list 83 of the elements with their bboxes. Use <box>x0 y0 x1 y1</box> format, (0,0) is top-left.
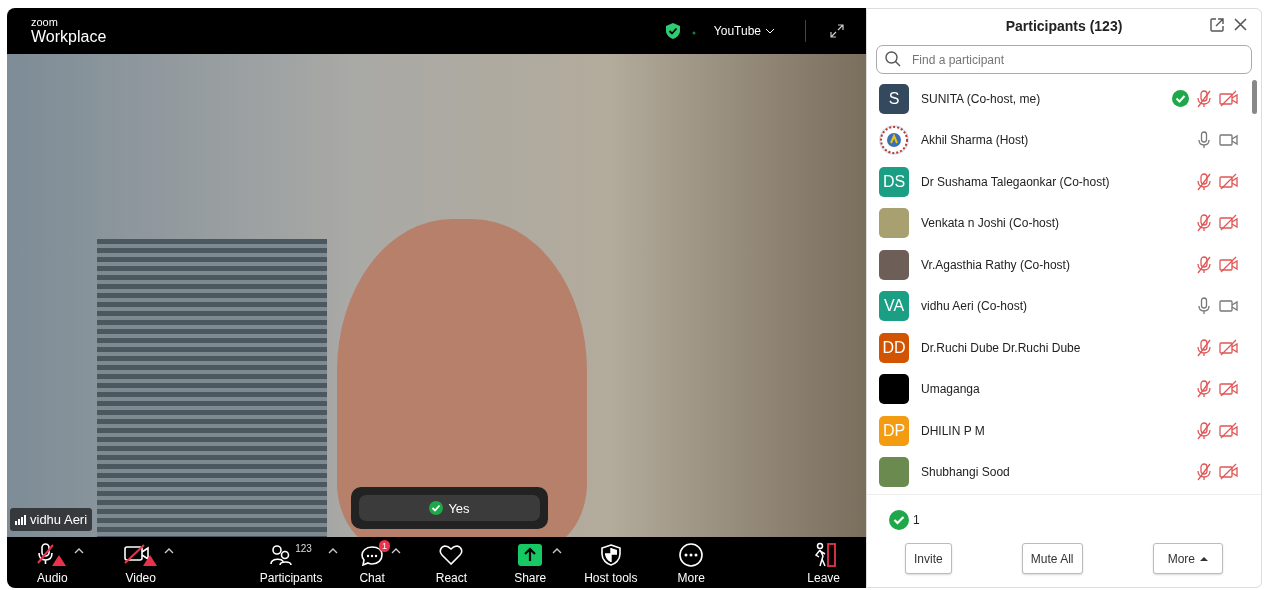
chevron-down-icon <box>765 27 775 35</box>
signal-bars-icon <box>15 514 27 525</box>
react-button[interactable]: React <box>431 540 472 585</box>
participant-row[interactable]: Vr.Agasthia Rathy (Co-host) <box>867 244 1261 286</box>
chat-bubble-icon <box>360 543 385 566</box>
mic-muted-icon[interactable] <box>1195 255 1213 274</box>
participant-name: Shubhangi Sood <box>921 465 1011 480</box>
heart-icon <box>439 543 464 566</box>
mic-muted-icon[interactable] <box>1195 463 1213 482</box>
participant-row[interactable]: Shubhangi Sood <box>867 451 1261 493</box>
participant-row[interactable]: VA vidhu Aeri (Co-host) <box>867 285 1261 327</box>
participant-row[interactable]: S SUNITA (Co-host, me) <box>867 78 1261 120</box>
share-button[interactable]: Share <box>510 540 551 585</box>
check-icon <box>429 501 444 515</box>
caret-icon[interactable] <box>73 546 84 554</box>
yes-count: 1 <box>913 513 920 527</box>
leave-button[interactable]: Leave <box>803 540 844 585</box>
chat-badge: 1 <box>379 539 391 552</box>
avatar-initials: DD <box>879 332 909 363</box>
search-field[interactable]: Find a participant <box>876 45 1252 74</box>
mic-muted-icon[interactable] <box>1195 338 1213 357</box>
caret-icon[interactable] <box>328 546 339 554</box>
close-icon[interactable] <box>1234 18 1247 31</box>
avatar-initials: VA <box>879 291 909 322</box>
participant-name: SUNITA (Co-host, me) <box>921 91 1042 106</box>
stream-dropdown[interactable]: YouTube <box>707 24 781 38</box>
microphone-icon[interactable] <box>1195 297 1213 316</box>
participants-button[interactable]: 123 Participants <box>255 540 327 585</box>
participant-name: Vr.Agasthia Rathy (Co-host) <box>921 257 1071 272</box>
participant-name: Akhil Sharma (Host) <box>921 133 1030 148</box>
participant-row[interactable]: DS Dr Sushama Talegaonkar (Co-host) <box>867 161 1261 203</box>
video-off-icon[interactable] <box>1219 89 1239 108</box>
participant-name: Dr.Ruchi Dube Dr.Ruchi Dube <box>921 340 1082 355</box>
video-off-icon[interactable] <box>1219 421 1239 440</box>
yes-check-icon <box>889 510 909 530</box>
ellipsis-icon <box>679 542 704 567</box>
avatar-initials: S <box>879 83 909 114</box>
participant-row[interactable]: Venkata n Joshi (Co-host) <box>867 202 1261 244</box>
shield-icon <box>600 543 621 566</box>
caret-icon[interactable] <box>552 546 563 554</box>
audio-button[interactable]: Audio <box>33 540 72 585</box>
mic-muted-icon[interactable] <box>1195 421 1213 440</box>
mic-muted-icon[interactable] <box>1195 380 1213 399</box>
caret-up-icon <box>1200 555 1208 562</box>
video-off-icon[interactable] <box>1219 380 1239 399</box>
speaker-label: vidhu Aeri <box>10 508 93 531</box>
invite-button[interactable]: Invite <box>905 543 952 574</box>
microphone-icon[interactable] <box>1195 131 1213 150</box>
participant-name: Dr Sushama Talegaonkar (Co-host) <box>921 174 1111 189</box>
hosttools-button[interactable]: Host tools <box>580 540 642 585</box>
people-icon <box>270 543 293 566</box>
participant-count: 123 <box>295 542 312 554</box>
mic-muted-icon[interactable] <box>1195 172 1213 191</box>
video-off-icon[interactable] <box>1219 172 1239 191</box>
participant-name: DHILIN P M <box>921 423 986 438</box>
video-off-icon[interactable] <box>1219 463 1239 482</box>
chat-button[interactable]: 1 Chat <box>355 540 389 585</box>
shield-check-icon[interactable] <box>665 23 680 39</box>
participant-row[interactable]: Akhil Sharma (Host) <box>867 119 1261 161</box>
avatar-initials: DP <box>879 415 909 446</box>
app-logo: zoom Workplace <box>31 17 107 45</box>
participant-name: Venkata n Joshi (Co-host) <box>921 216 1061 231</box>
more-button[interactable]: More <box>1152 543 1223 574</box>
video-button[interactable]: Video <box>119 540 162 585</box>
participant-row[interactable]: Umaganga <box>867 368 1261 410</box>
mic-muted-icon[interactable] <box>1195 89 1213 108</box>
caret-icon[interactable] <box>390 546 401 554</box>
avatar-initials: DS <box>879 166 909 197</box>
more-button[interactable]: More <box>673 540 709 585</box>
caret-icon[interactable] <box>163 546 174 554</box>
panel-title: Participants (123) <box>1005 18 1123 34</box>
video-off-icon[interactable] <box>1219 338 1239 357</box>
participant-name: Umaganga <box>921 382 981 397</box>
yes-button[interactable]: Yes <box>359 495 540 521</box>
pop-out-icon[interactable] <box>1210 18 1224 32</box>
mute-all-button[interactable]: Mute All <box>1021 543 1083 574</box>
video-off-icon[interactable] <box>1219 255 1239 274</box>
expand-icon[interactable] <box>830 24 844 38</box>
video-off-icon[interactable] <box>1219 214 1239 233</box>
mic-muted-icon[interactable] <box>1195 214 1213 233</box>
participant-row[interactable]: DP DHILIN P M <box>867 410 1261 452</box>
participant-row[interactable]: DD Dr.Ruchi Dube Dr.Ruchi Dube <box>867 327 1261 369</box>
participant-name: vidhu Aeri (Co-host) <box>921 299 1029 314</box>
